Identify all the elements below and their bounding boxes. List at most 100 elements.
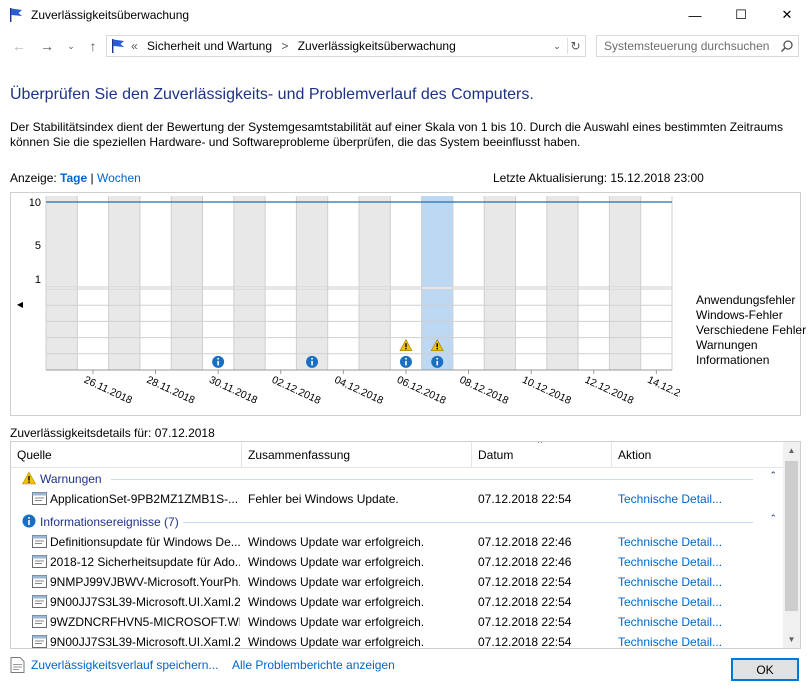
cell-date: 07.12.2018 22:46 [478, 555, 572, 569]
cell-date: 07.12.2018 22:54 [478, 575, 572, 589]
collapse-icon[interactable]: ⌃ [769, 470, 777, 481]
breadcrumb-item-security[interactable]: Sicherheit und Wartung [147, 39, 272, 53]
collapse-icon[interactable]: ⌃ [769, 513, 777, 524]
group-warnings[interactable]: Warnungen ⌃ [11, 469, 781, 489]
breadcrumb-separator[interactable]: > [281, 39, 288, 53]
day-column [108, 196, 140, 287]
day-column [171, 289, 203, 370]
address-bar[interactable]: « Sicherheit und Wartung > Zuverlässigke… [106, 35, 586, 57]
day-column [233, 289, 266, 370]
group-information[interactable]: Informationsereignisse (7) ⌃ [11, 512, 781, 532]
scroll-up-button[interactable]: ▲ [783, 442, 800, 459]
breadcrumb-item-reliability[interactable]: Zuverlässigkeitsüberwachung [298, 39, 456, 53]
day-column [484, 196, 516, 287]
minimize-button[interactable]: — [672, 0, 718, 30]
view-weeks-link[interactable]: Wochen [97, 171, 141, 185]
scrollbar-thumb[interactable] [785, 461, 798, 611]
up-button[interactable]: ↑ [84, 37, 102, 55]
search-input[interactable] [604, 36, 779, 56]
close-button[interactable]: ✕ [764, 0, 810, 30]
title-bar: Zuverlässigkeitsüberwachung — ☐ ✕ [0, 0, 811, 30]
column-header-date[interactable]: Datum [478, 448, 513, 462]
cell-source: 9NMPJ99VJBWV-Microsoft.YourPh... [50, 575, 240, 589]
x-tick-label: 08.12.2018 [458, 374, 511, 407]
details-label: Zuverlässigkeitsdetails für: 07.12.2018 [10, 426, 215, 440]
table-row[interactable]: 9N00JJ7S3L39-Microsoft.UI.Xaml.2.0 Windo… [11, 632, 781, 649]
cell-summary: Windows Update war erfolgreich. [248, 635, 425, 649]
info-icon-dot [311, 357, 313, 360]
technical-details-link[interactable]: Technische Detail... [618, 492, 722, 506]
technical-details-link[interactable]: Technische Detail... [618, 635, 722, 648]
breadcrumb-overflow[interactable]: « [131, 39, 138, 53]
view-label: Anzeige: [10, 171, 57, 185]
technical-details-link[interactable]: Technische Detail... [618, 535, 722, 549]
application-icon [32, 492, 47, 505]
application-icon [32, 575, 47, 588]
y-tick-label: 5 [35, 240, 41, 252]
search-icon[interactable] [780, 39, 794, 53]
back-button[interactable]: ← [10, 37, 28, 55]
x-tick-label: 02.12.2018 [270, 374, 323, 407]
warning-icon-dot [436, 348, 438, 350]
info-icon-dot [405, 357, 407, 360]
view-all-reports-link[interactable]: Alle Problemberichte anzeigen [232, 658, 395, 672]
ok-button[interactable]: OK [731, 658, 799, 681]
table-row[interactable]: Definitionsupdate für Windows De... Wind… [11, 532, 781, 552]
table-row[interactable]: ApplicationSet-9PB2MZ1ZMB1S-... Fehler b… [11, 489, 781, 509]
group-label: Informationsereignisse (7) [40, 515, 179, 529]
selected-day-column [421, 196, 453, 287]
x-tick-label: 12.12.2018 [583, 374, 636, 407]
table-row[interactable]: 2018-12 Sicherheitsupdate für Ado... Win… [11, 552, 781, 572]
cell-date: 07.12.2018 22:46 [478, 535, 572, 549]
column-divider[interactable] [611, 442, 612, 468]
view-days-link[interactable]: Tage [60, 171, 87, 185]
sort-indicator-icon: ^ [538, 441, 543, 448]
table-row[interactable]: 9N00JJ7S3L39-Microsoft.UI.Xaml.2.0 Windo… [11, 592, 781, 612]
legend-windows-errors: Windows-Fehler [696, 308, 783, 322]
technical-details-link[interactable]: Technische Detail... [618, 595, 722, 609]
forward-button[interactable]: → [38, 37, 56, 55]
legend-warnings: Warnungen [696, 338, 758, 352]
technical-details-link[interactable]: Technische Detail... [618, 555, 722, 569]
cell-source: 2018-12 Sicherheitsupdate für Ado... [50, 555, 240, 569]
technical-details-link[interactable]: Technische Detail... [618, 615, 722, 629]
view-selector: Anzeige: Tage | Wochen [10, 171, 141, 185]
info-icon-mark [405, 360, 407, 366]
column-divider[interactable] [241, 442, 242, 468]
technical-details-link[interactable]: Technische Detail... [618, 575, 722, 589]
save-history-link[interactable]: Zuverlässigkeitsverlauf speichern... [31, 658, 218, 672]
cell-source: 9N00JJ7S3L39-Microsoft.UI.Xaml.2.0 [50, 595, 240, 609]
application-icon [32, 555, 47, 568]
info-icon-dot [217, 357, 219, 360]
chart-legend: Anwendungsfehler Windows-Fehler Verschie… [696, 293, 806, 368]
day-column [546, 289, 579, 370]
column-divider[interactable] [471, 442, 472, 468]
column-header-source[interactable]: Quelle [17, 448, 52, 462]
day-column [484, 289, 516, 370]
vertical-scrollbar[interactable]: ▲ ▼ [783, 442, 800, 648]
maximize-button[interactable]: ☐ [718, 0, 764, 30]
search-box[interactable] [596, 35, 799, 57]
x-tick-label: 30.11.2018 [207, 374, 259, 407]
recent-locations-button[interactable]: ⌄ [62, 37, 80, 55]
cell-date: 07.12.2018 22:54 [478, 492, 572, 506]
page-description: Der Stabilitätsindex dient der Bewertung… [10, 120, 784, 149]
stability-chart[interactable]: 10 5 1 26.11.2018 28.11.2018 30.11.2018 02.12.… [30, 193, 680, 415]
chart-scroll-left-button[interactable]: ◀ [10, 192, 30, 416]
refresh-icon[interactable]: ↻ [567, 38, 583, 54]
cell-source: 9WZDNCRFHVN5-MICROSOFT.WI... [50, 615, 240, 629]
column-header-summary[interactable]: Zusammenfassung [248, 448, 350, 462]
application-icon [32, 615, 47, 628]
column-header-action[interactable]: Aktion [618, 448, 651, 462]
window-title: Zuverlässigkeitsüberwachung [31, 8, 190, 22]
table-row[interactable]: 9WZDNCRFHVN5-MICROSOFT.WI... Windows Upd… [11, 612, 781, 632]
address-dropdown-icon[interactable]: ⌄ [549, 39, 565, 53]
info-icon-mark [436, 360, 439, 366]
flag-icon [10, 8, 22, 22]
table-row[interactable]: 9NMPJ99VJBWV-Microsoft.YourPh... Windows… [11, 572, 781, 592]
day-column [359, 196, 391, 287]
save-history-icon [10, 657, 25, 673]
warning-icon-dot [405, 348, 407, 350]
group-divider [111, 479, 753, 480]
scroll-down-button[interactable]: ▼ [783, 631, 800, 648]
